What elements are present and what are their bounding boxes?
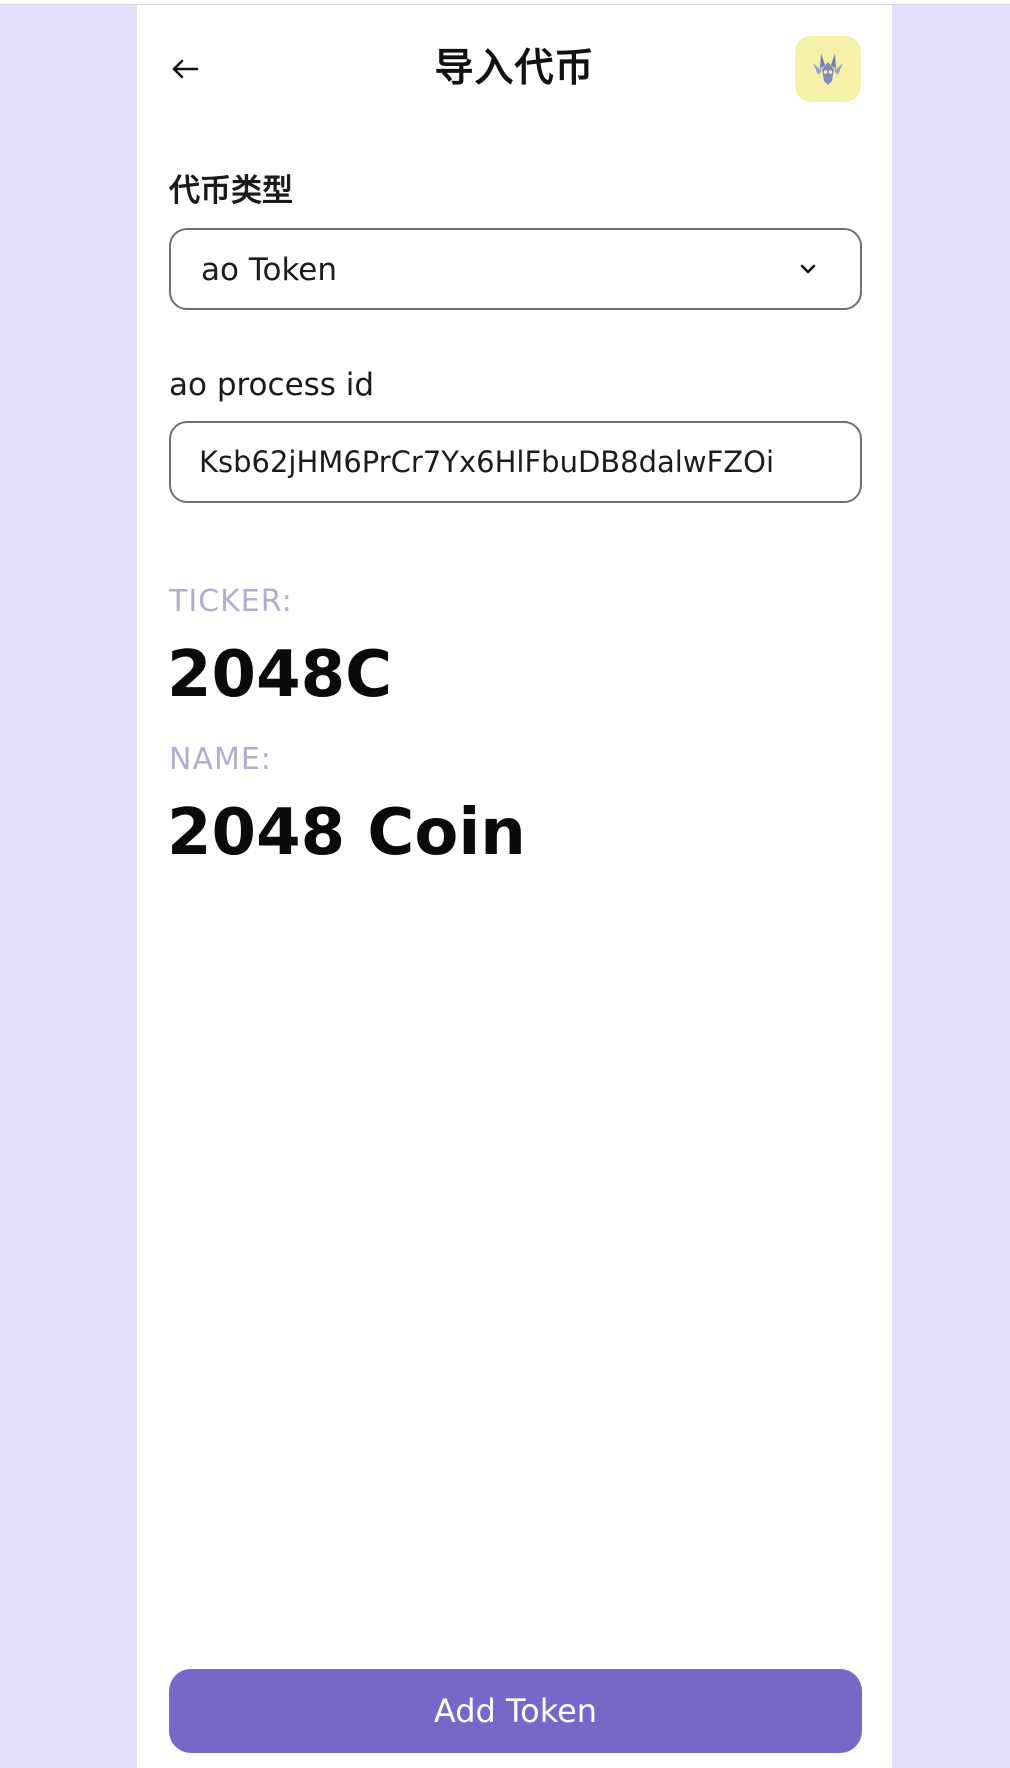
ticker-value: 2048C: [167, 638, 393, 712]
add-token-button[interactable]: Add Token: [169, 1669, 862, 1753]
wallet-avatar-icon: [813, 53, 843, 85]
import-token-panel: 导入代币 代币类型 ao Token ao process id TICKER:…: [137, 5, 892, 1768]
name-label: NAME:: [169, 742, 272, 777]
header: 导入代币: [137, 5, 892, 135]
process-id-input[interactable]: [199, 437, 831, 487]
token-type-value: ao Token: [201, 252, 338, 288]
token-type-select[interactable]: ao Token: [169, 228, 862, 310]
ticker-label: TICKER:: [169, 584, 293, 619]
page-title: 导入代币: [434, 46, 595, 91]
chevron-down-icon: [800, 264, 816, 274]
process-id-field[interactable]: [169, 421, 862, 503]
token-type-label: 代币类型: [169, 173, 293, 209]
avatar[interactable]: [795, 36, 861, 102]
name-value: 2048 Coin: [167, 796, 526, 870]
process-id-label: ao process id: [169, 367, 375, 403]
